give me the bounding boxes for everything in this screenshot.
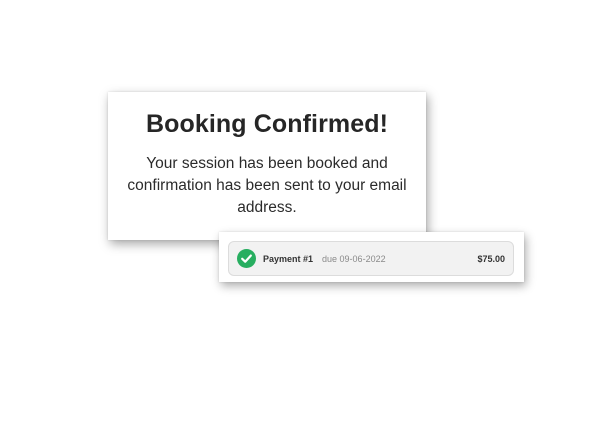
check-circle-icon-bg: [237, 249, 256, 268]
booking-confirmation-card: Booking Confirmed! Your session has been…: [108, 92, 426, 240]
confirmation-title: Booking Confirmed!: [145, 110, 389, 138]
confirmation-message: Your session has been booked and confirm…: [127, 155, 407, 216]
payment-amount: $75.00: [477, 253, 505, 264]
payment-label: Payment #1: [263, 253, 314, 264]
payment-card: Payment #1 due 09-06-2022 $75.00: [219, 232, 524, 282]
page: Booking Confirmed! Your session has been…: [0, 0, 600, 429]
payment-row[interactable]: Payment #1 due 09-06-2022 $75.00: [228, 241, 514, 276]
payment-due-date: due 09-06-2022: [322, 253, 386, 264]
check-circle-icon: [237, 249, 256, 268]
